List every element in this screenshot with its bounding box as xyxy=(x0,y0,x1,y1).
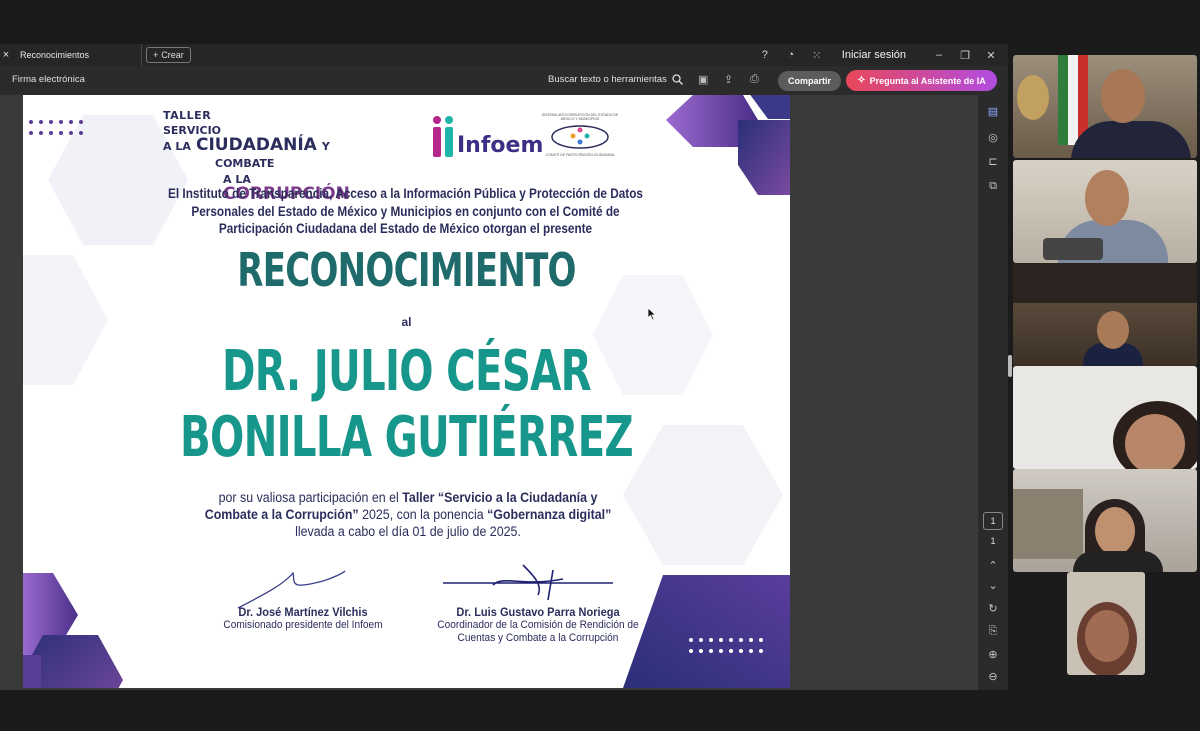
shelf-decoration xyxy=(1013,489,1083,559)
logo-infoem: Infoem xyxy=(431,113,543,161)
print-icon[interactable]: ⎙ xyxy=(750,73,759,86)
medal-decoration xyxy=(1017,75,1049,120)
body-part2: 2025, con la ponencia xyxy=(358,507,488,522)
total-pages: 1 xyxy=(990,536,996,546)
firma-electronica-tool[interactable]: Firma electrónica xyxy=(12,74,85,85)
window-controls: ? ◔ ⁙ Iniciar sesión – ❐ ✕ xyxy=(758,44,1008,66)
mouse-cursor-icon xyxy=(647,307,657,321)
save-icon[interactable]: ▣ xyxy=(698,73,708,86)
bookmark-icon[interactable]: ⊏ xyxy=(985,155,1001,168)
participant-face xyxy=(1085,610,1129,662)
participant-tile-1[interactable] xyxy=(1013,55,1197,158)
ai-assistant-icon: ✧ xyxy=(857,75,866,86)
ai-chat-icon[interactable]: ▤ xyxy=(985,105,1001,118)
signer2-name: Dr. Luis Gustavo Parra Noriega xyxy=(456,605,620,619)
participant-face xyxy=(1097,311,1129,349)
intro-text: El Instituto de Transparencia, Acceso a … xyxy=(168,186,643,236)
extract-page-icon[interactable]: ⎘ xyxy=(985,625,1001,638)
participant-tile-4[interactable] xyxy=(1013,366,1197,469)
screen: × Reconocimientos + Crear ? ◔ ⁙ Iniciar … xyxy=(0,0,1200,731)
participant-body xyxy=(1071,121,1191,158)
help-icon[interactable]: ? xyxy=(758,49,772,61)
logo-taller-line1: TALLER xyxy=(163,109,212,122)
restore-icon[interactable]: ❐ xyxy=(958,49,972,62)
create-label: Crear xyxy=(161,50,184,60)
logo-infoem-text: Infoem xyxy=(457,133,544,158)
search-tools[interactable]: Buscar texto o herramientas xyxy=(548,74,683,85)
top-bar xyxy=(0,0,1200,44)
participant-body xyxy=(1073,551,1163,572)
logo-combate: COMBATE xyxy=(215,157,275,170)
logo-cpc: SISTEMA ANTICORRUPCIÓN DEL ESTADO DE MÉX… xyxy=(535,113,625,161)
body-part3: llevada a cabo el día 01 de julio de 202… xyxy=(295,524,521,539)
phone-object xyxy=(1043,238,1103,260)
body-part1: por su valiosa participación en el xyxy=(218,490,403,505)
search-icon xyxy=(672,74,683,85)
signature-block-1: Dr. José Martínez Vilchis Comisionado pr… xyxy=(198,605,408,632)
logo-taller-line3: A LA xyxy=(163,140,191,153)
recipient-name-line1: DR. JULIO CÉSAR xyxy=(221,339,592,404)
body-ponencia: “Gobernanza digital” xyxy=(487,507,612,522)
zoom-in-icon[interactable]: ⊕ xyxy=(985,648,1001,661)
participant-face xyxy=(1101,69,1145,123)
logo-y: Y xyxy=(321,140,330,153)
ai-assistant-button[interactable]: ✧ Pregunta al Asistente de IA xyxy=(846,70,997,91)
participant-face xyxy=(1125,414,1185,469)
logo-ciudadania: CIUDADANÍA xyxy=(195,135,317,155)
signin-button[interactable]: Iniciar sesión xyxy=(842,49,906,61)
create-button[interactable]: + Crear xyxy=(146,47,191,63)
participant-tile-6[interactable] xyxy=(1067,572,1145,675)
signer2-role-line2: Cuentas y Combate a la Corrupción xyxy=(457,632,619,644)
recipient-name-line2: BONILLA GUTIÉRREZ xyxy=(180,405,634,470)
current-page-input[interactable]: 1 xyxy=(983,512,1003,530)
signer1-role: Comisionado presidente del Infoem xyxy=(223,619,383,631)
participant-gallery xyxy=(1013,55,1200,675)
apps-grid-icon[interactable]: ⁙ xyxy=(810,49,824,62)
certificate-page: TALLER SERVICIO A LA CIUDADANÍA Y COMBAT… xyxy=(23,95,790,688)
right-sidebar: ▤ ◎ ⊏ ⧉ 1 1 ⌃ ⌄ ↻ ⎘ ⊕ ⊖ xyxy=(978,95,1008,690)
scrollbar-thumb[interactable] xyxy=(1008,355,1012,377)
bell-icon[interactable]: ◔ xyxy=(784,49,798,61)
certificate-body: por su valiosa participación en el Talle… xyxy=(201,489,615,540)
share-label: Compartir xyxy=(787,76,831,86)
al-text: al xyxy=(401,315,412,329)
zoom-out-icon[interactable]: ⊖ xyxy=(985,670,1001,683)
close-window-icon[interactable]: ✕ xyxy=(984,49,998,62)
minimize-icon[interactable]: – xyxy=(932,49,946,61)
signature-block-2: Dr. Luis Gustavo Parra Noriega Coordinad… xyxy=(428,605,648,645)
close-icon[interactable]: × xyxy=(0,49,12,61)
cpc-emblem-icon xyxy=(551,125,609,149)
participant-face xyxy=(1085,170,1129,226)
page-down-icon[interactable]: ⌄ xyxy=(985,579,1001,592)
signer2-role-line1: Coordinador de la Comisión de Rendición … xyxy=(437,619,639,631)
tab-reconocimientos[interactable]: Reconocimientos xyxy=(12,44,142,66)
participant-tile-3[interactable] xyxy=(1013,263,1197,366)
search-tools-label: Buscar texto o herramientas xyxy=(548,74,667,85)
share-button[interactable]: Compartir xyxy=(778,71,841,91)
participant-face xyxy=(1095,507,1135,555)
toolbar: Firma electrónica Buscar texto o herrami… xyxy=(0,66,1008,95)
participant-tile-2[interactable] xyxy=(1013,160,1197,263)
tab-bar: × Reconocimientos + Crear ? ◔ ⁙ Iniciar … xyxy=(0,44,1008,66)
page-up-icon[interactable]: ⌃ xyxy=(985,559,1001,572)
signer1-name: Dr. José Martínez Vilchis xyxy=(238,605,368,619)
tab-label: Reconocimientos xyxy=(20,50,90,60)
participant-tile-5[interactable] xyxy=(1013,469,1197,572)
certificate-title: RECONOCIMIENTO xyxy=(237,243,576,297)
pages-icon[interactable]: ⧉ xyxy=(985,180,1001,193)
ai-assistant-label: Pregunta al Asistente de IA xyxy=(869,75,986,86)
room-ceiling xyxy=(1013,263,1197,303)
logo-cpc-bottom: COMITÉ DE PARTICIPACIÓN CIUDADANA xyxy=(545,153,615,157)
rotate-icon[interactable]: ↻ xyxy=(985,602,1001,615)
upload-cloud-icon[interactable]: ⇪ xyxy=(724,73,733,86)
plus-icon: + xyxy=(153,50,159,60)
comment-icon[interactable]: ◎ xyxy=(985,131,1001,144)
